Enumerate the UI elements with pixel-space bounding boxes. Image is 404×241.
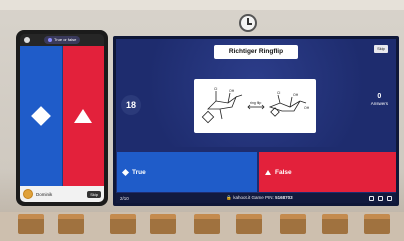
phone-answer-false-button[interactable]: [62, 46, 104, 186]
status-icons: [369, 195, 392, 201]
volume-icon[interactable]: [387, 195, 392, 201]
menu-icon[interactable]: [24, 37, 30, 43]
phone-device: True or false Dominik Skip: [16, 30, 108, 206]
diamond-icon: [121, 168, 130, 176]
svg-text:Cl: Cl: [214, 87, 218, 91]
monitor-frame: Richtiger Ringflip Skip 18 Cl OH ring fl…: [113, 36, 399, 206]
svg-text:ring flip: ring flip: [250, 101, 261, 105]
lock-icon: 🔒: [226, 195, 232, 200]
desk: [322, 214, 348, 234]
desk: [280, 214, 306, 234]
game-status-bar: 2/10 🔒 kahoot.it Game PIN: 5168703: [116, 193, 396, 203]
kahoot-host-screen: Richtiger Ringflip Skip 18 Cl OH ring fl…: [116, 39, 396, 203]
mode-icon: [48, 38, 52, 42]
game-pin-label: Game PIN:: [251, 195, 274, 200]
chair-conformation-diagram: Cl OH ring flip Cl OH OH: [201, 87, 310, 124]
phone-answer-grid: [20, 46, 104, 186]
mode-label: True or false: [54, 37, 77, 42]
join-url: kahoot.it: [233, 195, 251, 200]
answers-count-value: 0: [377, 93, 382, 100]
svg-text:Cl: Cl: [277, 91, 281, 95]
desk: [18, 214, 44, 234]
answer-true-label: True: [132, 168, 146, 176]
game-pin-info: 🔒 kahoot.it Game PIN: 5168703: [150, 195, 369, 201]
diamond-icon: [30, 106, 51, 126]
wall-clock-icon: [239, 14, 257, 32]
question-mode-pill: True or false: [44, 36, 81, 44]
desk: [364, 214, 390, 234]
settings-icon[interactable]: [378, 195, 383, 201]
game-pin-value: 5168703: [275, 195, 293, 200]
answer-true-tile[interactable]: True: [117, 152, 257, 192]
phone-top-bar: True or false: [20, 34, 104, 46]
triangle-icon: [74, 109, 93, 123]
desk: [150, 214, 176, 234]
score-chip: Skip: [87, 190, 101, 198]
question-image: Cl OH ring flip Cl OH OH: [194, 79, 316, 133]
phone-answer-true-button[interactable]: [20, 46, 63, 186]
answers-counter: 0 Answers: [371, 93, 388, 106]
fullscreen-icon[interactable]: [369, 195, 374, 201]
answers-count-label: Answers: [370, 101, 388, 106]
question-progress: 2/10: [120, 195, 129, 201]
answer-options: True False: [117, 152, 396, 192]
svg-text:OH: OH: [229, 89, 235, 93]
svg-text:OH: OH: [293, 93, 299, 97]
countdown-timer: 18: [121, 95, 141, 115]
answer-false-label: False: [275, 168, 292, 176]
question-title: Richtiger Ringflip: [214, 45, 298, 59]
skip-button[interactable]: Skip: [374, 45, 388, 53]
desk: [194, 214, 220, 234]
phone-player-bar: Dominik Skip: [20, 186, 104, 202]
avatar: [23, 189, 33, 199]
phone-screen: True or false Dominik Skip: [20, 34, 104, 202]
desk: [236, 214, 262, 234]
player-name: Dominik: [36, 191, 53, 197]
desk: [110, 214, 136, 234]
svg-text:OH: OH: [304, 106, 310, 110]
wall-trim: [0, 0, 404, 10]
desk: [58, 214, 84, 234]
triangle-icon: [265, 169, 271, 175]
answer-false-tile[interactable]: False: [259, 152, 396, 192]
